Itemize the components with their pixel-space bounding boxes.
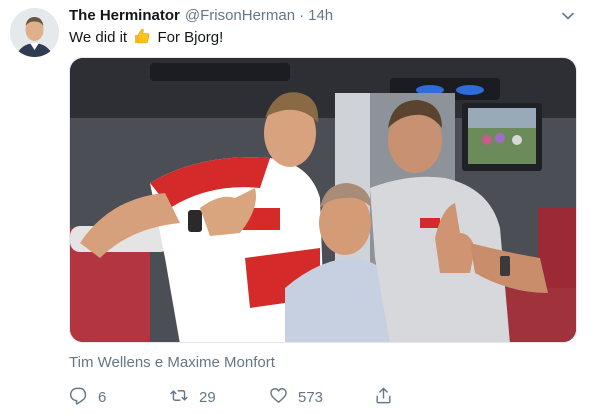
tweet-text-start: We did it <box>69 29 128 46</box>
user-handle[interactable]: @FrisonHerman <box>185 6 295 26</box>
like-count: 573 <box>298 388 324 406</box>
thumbs-up-emoji-icon <box>133 27 151 51</box>
tweet-actions: 6 29 573 <box>69 386 404 408</box>
photo-illustration <box>70 58 576 342</box>
share-icon <box>374 386 393 409</box>
reply-count: 6 <box>98 388 107 406</box>
reply-icon <box>69 386 88 409</box>
separator-dot: · <box>299 7 305 24</box>
reply-button[interactable]: 6 <box>69 386 169 409</box>
tweet-text-end: For Bjorg! <box>157 29 224 46</box>
tweet-photo[interactable] <box>69 57 577 343</box>
retweet-count: 29 <box>199 388 216 406</box>
retweet-icon <box>169 386 189 409</box>
like-button[interactable]: 573 <box>269 386 374 409</box>
display-name[interactable]: The Herminator <box>69 6 180 26</box>
media-caption[interactable]: Tim Wellens e Maxime Monfort <box>69 354 275 371</box>
tweet-text: We did it For Bjorg! <box>69 27 223 51</box>
share-button[interactable] <box>374 386 404 409</box>
retweet-button[interactable]: 29 <box>169 386 269 409</box>
timestamp[interactable]: 14h <box>308 6 333 26</box>
heart-icon <box>269 386 288 409</box>
avatar-image <box>10 8 59 57</box>
avatar[interactable] <box>10 8 59 57</box>
tweet-header: The Herminator @FrisonHerman · 14h <box>69 6 577 26</box>
chevron-down-icon[interactable] <box>561 9 575 23</box>
